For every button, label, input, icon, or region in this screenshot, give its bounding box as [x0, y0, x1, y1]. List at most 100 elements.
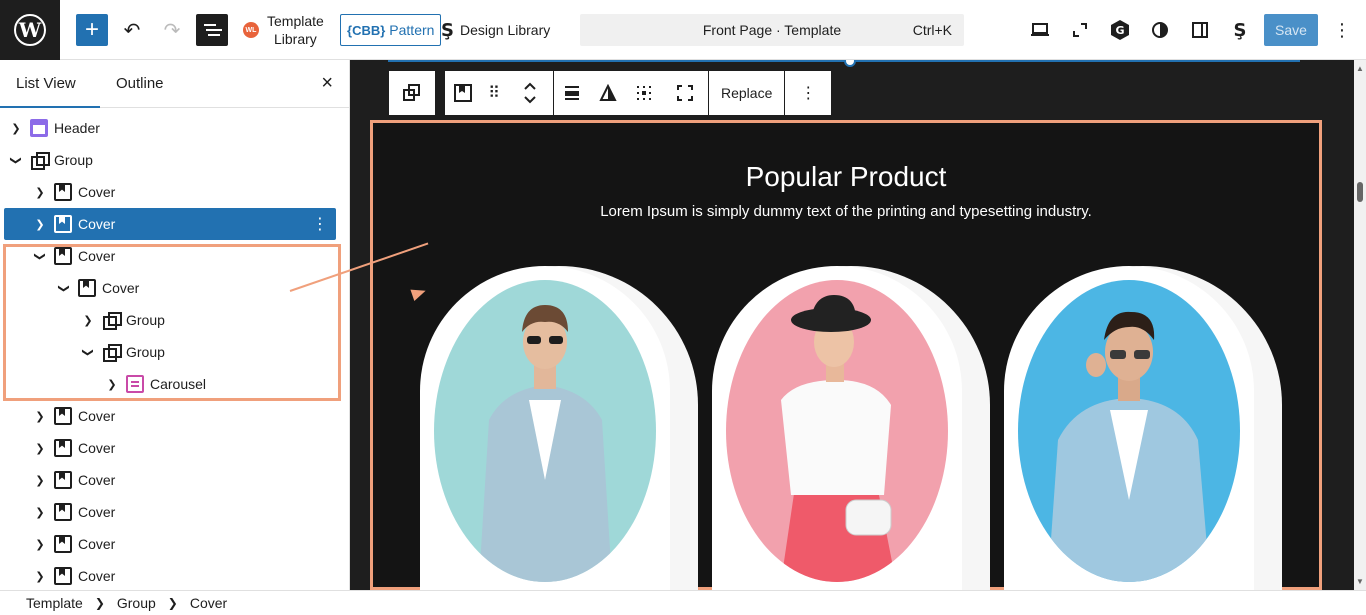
cover-icon [54, 471, 72, 489]
product-card[interactable] [1004, 266, 1282, 590]
list-item-label: Group [54, 152, 93, 168]
list-item-label: Cover [78, 408, 116, 424]
list-view-toggle-button[interactable] [196, 14, 228, 46]
block-more-options-icon[interactable]: ⋮ [785, 71, 831, 115]
redo-icon[interactable]: ↷ [160, 14, 184, 46]
replace-button[interactable]: Replace [709, 71, 784, 115]
template-library-label-2: Library [274, 31, 317, 47]
list-item[interactable]: ❯ Cover [4, 560, 336, 592]
section-subtitle[interactable]: Lorem Ipsum is simply dummy text of the … [373, 203, 1319, 220]
chevron-right-icon[interactable]: ❯ [30, 538, 50, 551]
add-block-button[interactable]: + [76, 14, 108, 46]
content-position-icon[interactable] [626, 71, 662, 115]
stackable-icon[interactable]: Ş [1224, 14, 1256, 46]
card-frame [420, 266, 670, 590]
list-item[interactable]: ❯ Cover [4, 496, 336, 528]
list-item-label: Cover [78, 536, 116, 552]
block-options-icon[interactable]: ⋮ [312, 214, 328, 234]
product-image[interactable] [1018, 280, 1240, 582]
fullscreen-icon[interactable] [1064, 14, 1096, 46]
close-icon[interactable]: × [321, 72, 333, 95]
cover-icon [54, 503, 72, 521]
product-image[interactable] [434, 280, 656, 582]
cover-icon [54, 215, 72, 233]
cover-icon [54, 535, 72, 553]
pattern-button[interactable]: {CBB} Pattern [340, 14, 442, 46]
list-item[interactable]: ❯ Cover [4, 464, 336, 496]
list-item[interactable]: ❯ Cover [4, 432, 336, 464]
chevron-right-icon[interactable]: ❯ [30, 218, 50, 231]
block-toolbar: ⠿ Replace ⋮ [444, 70, 833, 116]
wl-logo-icon: WL [243, 22, 259, 38]
drag-handle-icon[interactable]: ⠿ [481, 71, 507, 115]
design-library-button[interactable]: Ş Design Library [441, 14, 550, 46]
scrollbar-thumb[interactable] [1357, 182, 1363, 202]
breadcrumb-item[interactable]: Group [117, 595, 156, 611]
style-contrast-icon[interactable] [1144, 14, 1176, 46]
product-image[interactable] [726, 280, 948, 582]
list-item-label: Cover [78, 568, 116, 584]
scroll-down-icon[interactable]: ▼ [1356, 577, 1364, 586]
list-item[interactable]: ❯ Cover [4, 176, 336, 208]
list-item[interactable]: ❯ Header [4, 112, 336, 144]
undo-icon[interactable]: ↶ [120, 14, 144, 46]
cover-icon [54, 407, 72, 425]
save-button[interactable]: Save [1264, 14, 1318, 46]
card-frame [712, 266, 962, 590]
editor-canvas[interactable]: ⠿ Replace ⋮ Popular Product Lorem Ipsum … [350, 60, 1354, 590]
list-item[interactable]: ❯ Group [4, 144, 336, 176]
document-title: Front Page · Template [702, 22, 842, 38]
resize-handle[interactable] [844, 60, 856, 67]
cbb-badge-icon: {CBB} [347, 22, 386, 38]
duotone-filter-icon[interactable] [590, 71, 626, 115]
product-card[interactable] [712, 266, 990, 590]
list-item[interactable]: ❯ Cover [4, 400, 336, 432]
list-item[interactable]: ❯ Cover [4, 528, 336, 560]
section-title[interactable]: Popular Product [373, 161, 1319, 193]
list-item-selected[interactable]: ❯ Cover ⋮ [4, 208, 336, 240]
desktop-preview-icon[interactable] [1024, 14, 1056, 46]
tab-list-view[interactable]: List View [0, 60, 100, 108]
tab-outline[interactable]: Outline [116, 60, 164, 108]
cover-icon [54, 183, 72, 201]
wordpress-logo-icon[interactable]: W [0, 0, 60, 60]
card-frame [1004, 266, 1254, 590]
breadcrumb-item[interactable]: Template [26, 595, 83, 611]
sidebar-tabs: List View Outline × [0, 60, 349, 108]
full-height-icon[interactable] [662, 71, 708, 115]
chevron-down-icon[interactable]: ❯ [10, 150, 23, 170]
cover-icon [54, 439, 72, 457]
list-item-label: Cover [78, 472, 116, 488]
options-menu-icon[interactable]: ⋮ [1330, 14, 1354, 46]
product-card[interactable] [420, 266, 698, 590]
cover-block-icon[interactable] [445, 71, 481, 115]
chevron-right-icon: ❯ [167, 596, 178, 610]
chevron-right-icon[interactable]: ❯ [30, 186, 50, 199]
svg-text:G: G [1115, 24, 1124, 37]
chevron-right-icon[interactable]: ❯ [30, 506, 50, 519]
canvas-scrollbar[interactable]: ▲ ▼ [1354, 60, 1366, 590]
move-up-down-icon[interactable] [507, 71, 553, 115]
scroll-up-icon[interactable]: ▲ [1356, 64, 1364, 73]
select-parent-group-icon[interactable] [389, 71, 435, 115]
template-library-label-1: Template [267, 13, 324, 29]
design-library-icon: Ş [441, 19, 454, 41]
chevron-right-icon[interactable]: ❯ [30, 474, 50, 487]
align-icon[interactable] [554, 71, 590, 115]
chevron-right-icon: ❯ [94, 596, 105, 610]
cover-block-selected[interactable]: Popular Product Lorem Ipsum is simply du… [370, 120, 1322, 590]
shortcut-hint: Ctrl+K [912, 22, 952, 38]
list-item-label: Cover [78, 216, 116, 232]
gutenberg-g-icon[interactable]: G [1104, 14, 1136, 46]
list-item-label: Cover [78, 504, 116, 520]
list-item-label: Cover [78, 184, 116, 200]
chevron-right-icon[interactable]: ❯ [30, 442, 50, 455]
settings-sidebar-icon[interactable] [1184, 14, 1216, 46]
group-icon [30, 151, 50, 170]
command-palette-button[interactable]: Front Page · Template Ctrl+K [580, 14, 964, 46]
chevron-right-icon[interactable]: ❯ [30, 410, 50, 423]
template-library-button[interactable]: WL Template Library [243, 11, 324, 49]
chevron-right-icon[interactable]: ❯ [30, 570, 50, 583]
chevron-right-icon[interactable]: ❯ [6, 122, 26, 135]
annotation-highlight-box [3, 244, 341, 401]
